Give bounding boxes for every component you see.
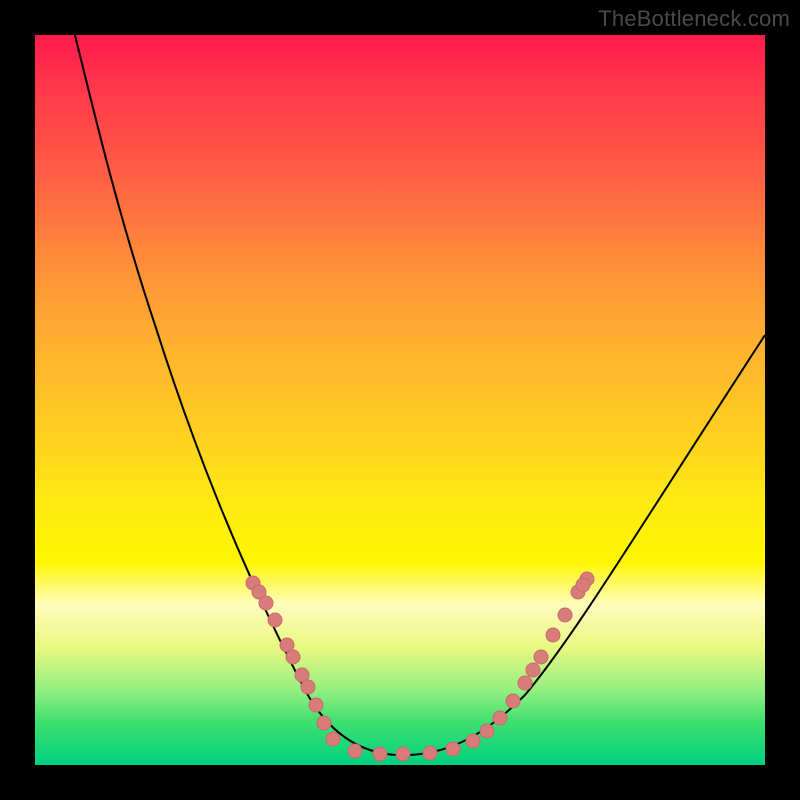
- marker-point: [526, 663, 540, 677]
- marker-point: [493, 711, 507, 725]
- marker-point: [259, 596, 273, 610]
- marker-point: [534, 650, 548, 664]
- watermark-text: TheBottleneck.com: [598, 6, 790, 32]
- marker-point: [576, 578, 590, 592]
- scatter-markers: [246, 572, 594, 761]
- marker-point: [309, 698, 323, 712]
- marker-point: [506, 694, 520, 708]
- marker-point: [466, 734, 480, 748]
- marker-point: [301, 680, 315, 694]
- marker-point: [518, 676, 532, 690]
- marker-point: [446, 742, 460, 756]
- marker-point: [326, 732, 340, 746]
- marker-point: [268, 613, 282, 627]
- marker-point: [558, 608, 572, 622]
- marker-point: [480, 724, 494, 738]
- marker-point: [286, 650, 300, 664]
- marker-point: [348, 744, 362, 758]
- marker-point: [546, 628, 560, 642]
- bottleneck-curve: [70, 15, 765, 755]
- chart-overlay: [35, 35, 765, 765]
- marker-point: [396, 747, 410, 761]
- marker-point: [317, 716, 331, 730]
- marker-point: [423, 746, 437, 760]
- marker-point: [373, 747, 387, 761]
